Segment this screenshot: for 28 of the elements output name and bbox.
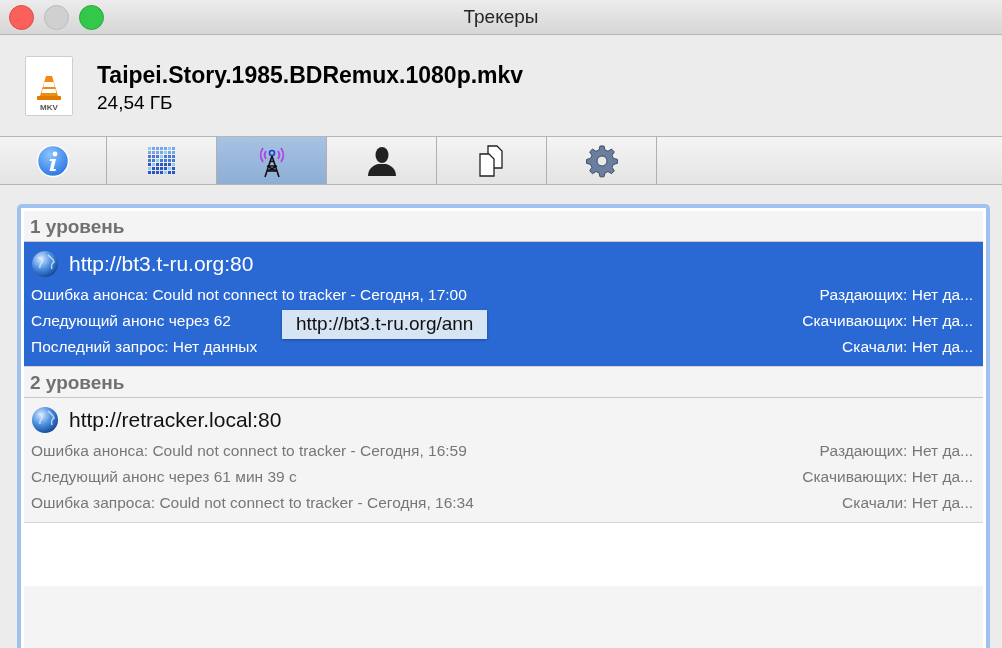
group-header: 1 уровень — [24, 211, 983, 242]
status-text: Ошибка анонса: Could not connect to tracker - Сегодня, 17:00 — [31, 285, 467, 305]
tracker-row[interactable] — [24, 398, 983, 523]
globe-icon — [31, 250, 59, 278]
info-icon — [36, 143, 70, 178]
stat-text: Раздающих: Нет да... — [819, 441, 973, 461]
tracker-url: http://bt3.t-ru.org:80 — [69, 252, 254, 276]
status-text: Следующий анонс через 62 — [31, 311, 231, 331]
file-name: Taipei.Story.1985.BDRemux.1080p.mkv — [97, 61, 524, 89]
tracker-url: http://retracker.local:80 — [69, 408, 282, 432]
file-size: 24,54 ГБ — [97, 91, 174, 114]
pieces-grid-icon — [146, 145, 177, 176]
stat-text: Скачивающих: Нет да... — [802, 311, 973, 331]
stat-text: Раздающих: Нет да... — [819, 285, 973, 305]
close-button[interactable] — [9, 4, 34, 30]
status-text: Ошибка запроса: Could not connect to tracker - Сегодня, 16:34 — [31, 493, 474, 513]
group-header: 2 уровень — [24, 367, 983, 398]
file-type-label: MKV — [40, 102, 58, 112]
globe-icon — [31, 406, 59, 434]
stat-text: Скачали: Нет да... — [842, 337, 973, 357]
stat-text: Скачали: Нет да... — [842, 493, 973, 513]
status-text: Следующий анонс через 61 мин 39 с — [31, 467, 297, 487]
status-text: Ошибка анонса: Could not connect to tracker - Сегодня, 16:59 — [31, 441, 467, 461]
window-title: Трекеры — [462, 6, 540, 28]
settings-icon — [584, 143, 619, 178]
tooltip: http://bt3.t-ru.org/ann — [282, 310, 488, 339]
stat-text: Скачивающих: Нет да... — [802, 467, 973, 487]
status-text: Последний запрос: Нет данных — [31, 337, 258, 357]
